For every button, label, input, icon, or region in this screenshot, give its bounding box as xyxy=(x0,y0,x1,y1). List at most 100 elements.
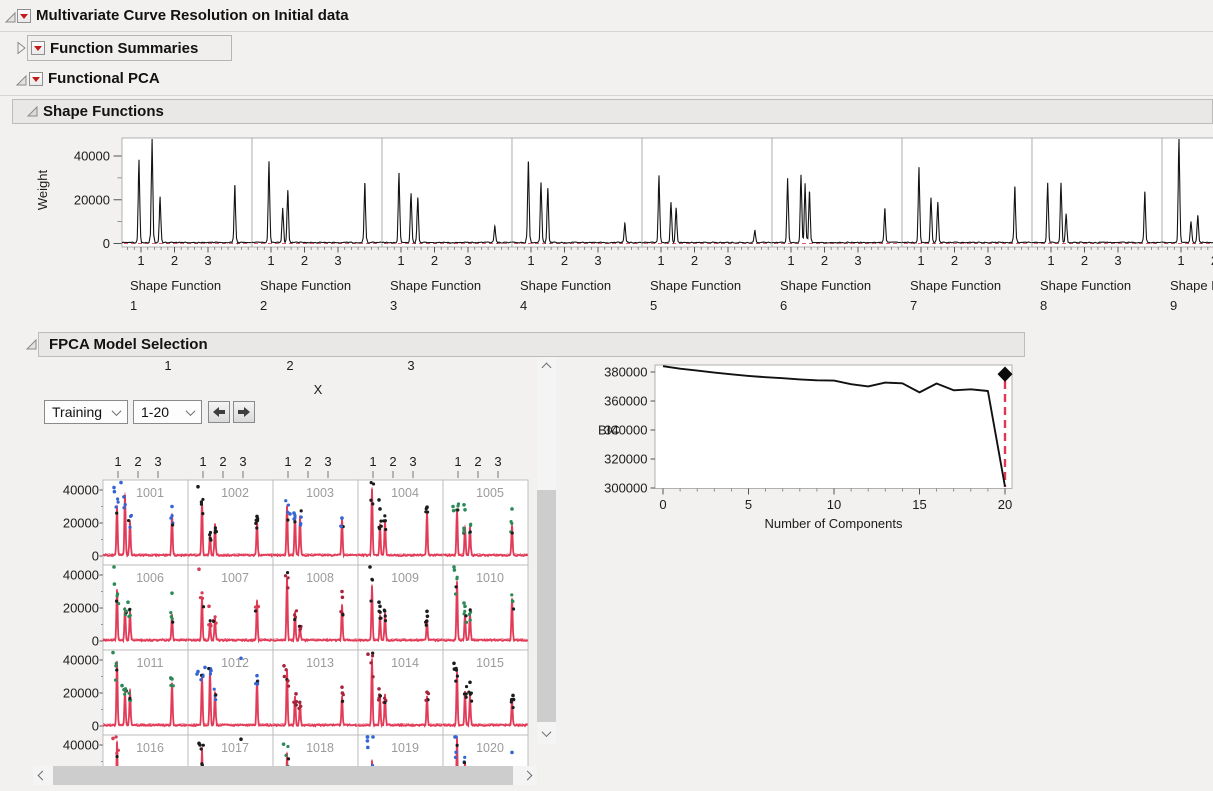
page-title: Multivariate Curve Resolution on Initial… xyxy=(36,7,349,24)
profile-cell-1014[interactable]: 1014 xyxy=(357,649,444,736)
disclosure-open-icon[interactable] xyxy=(24,337,39,352)
x-tick-label: 2 xyxy=(431,253,438,268)
cell-id-label: 1003 xyxy=(306,486,334,500)
red-triangle-menu-button[interactable] xyxy=(17,9,31,23)
previous-page-button[interactable] xyxy=(208,401,230,423)
scroll-up-arrow[interactable] xyxy=(537,359,556,376)
profile-cell-1008[interactable]: 1008 xyxy=(272,564,359,651)
shape-function-panel[interactable]: 1 2 3 Shape Function 8 xyxy=(1031,137,1163,313)
profile-cell-1006[interactable]: 1006 xyxy=(102,564,189,651)
shape-function-panel[interactable]: 123Shape Function9 xyxy=(1161,137,1213,313)
y-tick-label: 0 xyxy=(103,236,110,251)
next-page-button[interactable] xyxy=(233,401,255,423)
scroll-down-arrow[interactable] xyxy=(537,725,556,742)
vertical-scrollbar[interactable] xyxy=(537,357,556,744)
panel-label: Shape Function xyxy=(780,278,871,293)
profile-cell-1018[interactable]: 1018 xyxy=(272,734,359,766)
shape-function-panel[interactable]: 1 2 3 Shape Function 1 xyxy=(121,137,253,313)
chevron-down-icon xyxy=(185,405,196,416)
column-tick-label: 2 xyxy=(389,454,396,469)
chevron-left-icon xyxy=(37,770,48,781)
x-tick-label: 20 xyxy=(998,497,1012,512)
profile-cell-1019[interactable]: 1019 xyxy=(357,734,444,766)
shape-function-panel[interactable]: 1 2 3 Shape Function 2 xyxy=(251,137,383,313)
cell-id-label: 1004 xyxy=(391,486,419,500)
partial-axis-title: X xyxy=(314,382,323,397)
row-tick-label: 20000 xyxy=(63,516,99,531)
panel-label: Shape Function xyxy=(910,278,1001,293)
cell-id-label: 1018 xyxy=(306,741,334,755)
x-tick-label: 3 xyxy=(854,253,861,268)
outline-node-mcr: Multivariate Curve Resolution on Initial… xyxy=(0,2,1213,30)
group-dropdown[interactable]: Training xyxy=(44,400,128,424)
scroll-right-arrow[interactable] xyxy=(518,767,537,784)
shape-function-panel[interactable]: 1 2 3 Shape Function 4 xyxy=(511,137,643,313)
profile-cell-1013[interactable]: 1013 xyxy=(272,649,359,736)
y-tick-label: 40000 xyxy=(74,149,110,164)
x-tick-label: 5 xyxy=(745,497,752,512)
column-tick-label: 2 xyxy=(304,454,311,469)
divider xyxy=(0,31,1213,32)
x-tick-label: 1 xyxy=(787,253,794,268)
disclosure-open-icon[interactable] xyxy=(3,10,18,25)
shape-functions-plot[interactable]: Weight 40000 20000 0 1 2 3 Shape Function 1 1 2 3 Sh… xyxy=(0,130,1213,325)
panel-number: 2 xyxy=(260,298,267,313)
disclosure-open-icon[interactable] xyxy=(25,104,40,119)
outline-node-function-summaries[interactable]: Function Summaries xyxy=(27,35,232,61)
bic-plot[interactable]: 380000360000340000320000300000BIC0 5 10 15 2… xyxy=(580,357,1050,547)
profile-cell-1003[interactable]: 1003 xyxy=(272,479,359,566)
red-triangle-menu-button[interactable] xyxy=(29,72,43,86)
x-tick-label: 1 xyxy=(657,253,664,268)
profile-cell-1009[interactable]: 1009 xyxy=(357,564,444,651)
shape-function-panel[interactable]: 1 2 3 Shape Function 7 xyxy=(901,137,1033,313)
column-tick-label: 3 xyxy=(409,454,416,469)
profile-cell-1011[interactable]: 1011 xyxy=(102,649,189,736)
fpca-model-selection-header[interactable]: FPCA Model Selection xyxy=(38,332,1025,357)
shape-function-panel[interactable]: 1 2 3 Shape Function 5 xyxy=(641,137,773,313)
red-triangle-menu-button[interactable] xyxy=(31,41,45,55)
cell-id-label: 1012 xyxy=(221,656,249,670)
profile-cell-1007[interactable]: 1007 xyxy=(187,564,274,651)
profile-cell-1017[interactable]: 1017 xyxy=(187,734,274,766)
x-tick-label: 2 xyxy=(301,253,308,268)
x-tick-label: 1 xyxy=(527,253,534,268)
section-title: Function Summaries xyxy=(50,39,199,57)
panel-label: Shape Function xyxy=(650,278,741,293)
profile-cell-1020[interactable]: 1020 xyxy=(442,734,529,766)
vertical-scrollbar-thumb[interactable] xyxy=(537,490,556,722)
disclosure-open-icon[interactable] xyxy=(14,73,29,88)
profile-cell-1002[interactable]: 1002 xyxy=(187,479,274,566)
x-tick-label: 3 xyxy=(1114,253,1121,268)
y-axis-title: Weight xyxy=(35,170,50,211)
profile-cell-1015[interactable]: 1015 xyxy=(442,649,529,736)
cell-id-label: 1015 xyxy=(476,656,504,670)
shape-function-panel[interactable]: 1 2 3 Shape Function 6 xyxy=(771,137,903,313)
column-tick-label: 3 xyxy=(154,454,161,469)
y-axis-title: BIC xyxy=(598,423,620,438)
panel-label: Shape Function xyxy=(260,278,351,293)
x-axis-title: Number of Components xyxy=(764,516,903,531)
shape-functions-header[interactable]: Shape Functions xyxy=(12,99,1213,124)
horizontal-scrollbar-thumb[interactable] xyxy=(53,766,513,785)
panel-number: 8 xyxy=(1040,298,1047,313)
chevron-right-icon xyxy=(522,770,533,781)
profile-cell-1005[interactable]: 1005 xyxy=(442,479,529,566)
profile-cell-1010[interactable]: 1010 xyxy=(442,564,529,651)
cell-id-label: 1006 xyxy=(136,571,164,585)
cell-id-label: 1020 xyxy=(476,741,504,755)
profile-cell-1016[interactable]: 1016 xyxy=(102,734,189,766)
profile-cell-1001[interactable]: 1001 xyxy=(102,479,189,566)
profile-cell-1004[interactable]: 1004 xyxy=(357,479,444,566)
column-tick-label: 2 xyxy=(134,454,141,469)
horizontal-scrollbar[interactable] xyxy=(33,766,537,785)
cell-id-label: 1014 xyxy=(391,656,419,670)
range-dropdown[interactable]: 1-20 xyxy=(133,400,202,424)
left-arrow-icon xyxy=(213,407,225,417)
row-tick-label: 40000 xyxy=(63,653,99,668)
shape-function-panel[interactable]: 1 2 3 Shape Function 3 xyxy=(381,137,513,313)
profile-cell-1012[interactable]: 1012 xyxy=(187,649,274,736)
scroll-left-arrow[interactable] xyxy=(33,767,52,784)
red-triangle-icon xyxy=(20,14,28,19)
divider xyxy=(0,95,1213,96)
disclosure-collapsed-icon[interactable] xyxy=(14,40,28,55)
